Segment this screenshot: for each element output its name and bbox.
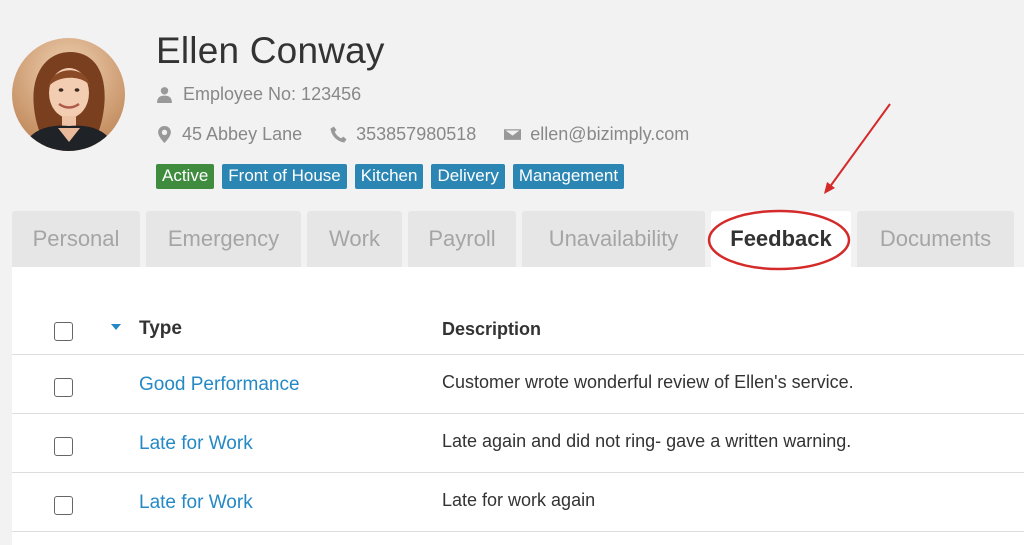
badge-delivery: Delivery: [431, 164, 505, 189]
avatar-photo: [12, 38, 125, 151]
tab-feedback[interactable]: Feedback: [711, 211, 851, 267]
feedback-description: Customer wrote wonderful review of Ellen…: [442, 372, 854, 392]
feedback-table: Type Description Good Performance Custom…: [12, 267, 1024, 545]
tab-work[interactable]: Work: [307, 211, 402, 267]
profile-tabs: Personal Emergency Work Payroll Unavaila…: [12, 211, 1014, 267]
email[interactable]: ellen@bizimply.com: [504, 124, 689, 145]
row-checkbox[interactable]: [54, 378, 73, 397]
email-text: ellen@bizimply.com: [530, 124, 690, 144]
employee-header: Ellen Conway Employee No: 123456 45 Abbe…: [0, 0, 1024, 205]
contact-info: 45 Abbey Lane 353857980518 ellen@bizimpl…: [156, 124, 717, 145]
table-row: Good Performance Customer wrote wonderfu…: [12, 355, 1024, 414]
badge-kitchen: Kitchen: [354, 164, 424, 189]
user-icon: [156, 86, 173, 103]
sort-caret-down-icon[interactable]: [111, 324, 121, 330]
employee-number: Employee No: 123456: [156, 84, 361, 105]
tab-unavailability[interactable]: Unavailability: [522, 211, 705, 267]
feedback-description: Late for work again: [442, 490, 596, 510]
tab-personal[interactable]: Personal: [12, 211, 140, 267]
employee-number-text: Employee No: 123456: [183, 84, 362, 104]
map-marker-icon: [156, 126, 173, 143]
row-checkbox[interactable]: [54, 496, 73, 515]
column-header-type[interactable]: Type: [139, 318, 182, 340]
feedback-type-link[interactable]: Late for Work: [139, 433, 253, 455]
phone-text: 353857980518: [356, 124, 477, 144]
column-header-description[interactable]: Description: [442, 319, 541, 340]
envelope-icon: [504, 126, 522, 143]
feedback-description: Late again and did not ring- gave a writ…: [442, 431, 852, 451]
badge-active: Active: [156, 164, 215, 189]
table-header-row: Type Description: [12, 299, 1024, 355]
address: 45 Abbey Lane: [156, 124, 302, 145]
tab-payroll[interactable]: Payroll: [408, 211, 516, 267]
feedback-type-link[interactable]: Good Performance: [139, 374, 300, 396]
avatar: [12, 38, 125, 151]
tab-documents[interactable]: Documents: [857, 211, 1014, 267]
table-row: Late for Work Late again and did not rin…: [12, 414, 1024, 473]
employee-name: Ellen Conway: [156, 30, 385, 71]
feedback-type-link[interactable]: Late for Work: [139, 492, 253, 514]
badge-management: Management: [512, 164, 625, 189]
badge-front-of-house: Front of House: [222, 164, 347, 189]
address-text: 45 Abbey Lane: [182, 124, 303, 144]
tab-emergency[interactable]: Emergency: [146, 211, 301, 267]
table-row: Late for Work Late for work again: [12, 473, 1024, 532]
row-checkbox[interactable]: [54, 437, 73, 456]
select-all-checkbox[interactable]: [54, 322, 73, 341]
phone-icon: [330, 126, 347, 143]
employee-badges: Active Front of House Kitchen Delivery M…: [156, 164, 625, 189]
phone[interactable]: 353857980518: [330, 124, 476, 145]
